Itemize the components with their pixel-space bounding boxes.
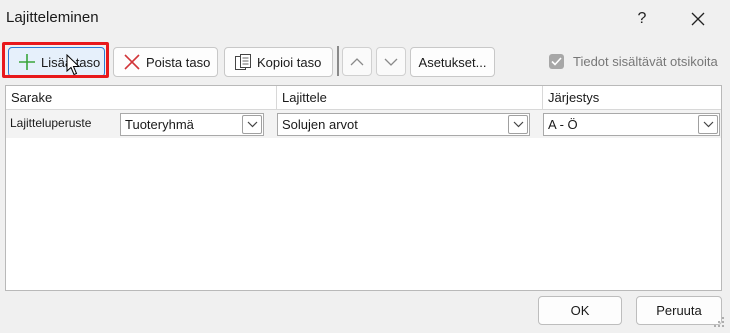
chevron-up-icon	[350, 57, 364, 65]
move-up-button[interactable]	[342, 47, 372, 76]
copy-level-button[interactable]: Kopioi taso	[224, 47, 333, 77]
sort-dialog: Lajitteleminen ? Lisää taso Poista taso	[0, 0, 730, 333]
close-button[interactable]	[680, 6, 716, 32]
toolbar-separator	[337, 46, 339, 76]
move-down-button[interactable]	[376, 47, 406, 76]
delete-x-icon	[122, 52, 142, 72]
ok-button[interactable]: OK	[538, 296, 622, 325]
copy-level-label: Kopioi taso	[257, 54, 322, 70]
title-bar: Lajitteleminen ?	[0, 0, 730, 36]
sort-level-row[interactable]: Lajitteluperuste Tuoteryhmä Solujen arvo…	[6, 110, 721, 138]
options-label: Asetukset...	[418, 54, 487, 70]
row-label: Lajitteluperuste	[10, 116, 92, 130]
dialog-title: Lajitteleminen	[6, 9, 99, 26]
add-level-label: Lisää taso	[41, 54, 101, 70]
column-dropdown-button[interactable]	[242, 115, 262, 134]
column-header-order: Järjestys	[543, 86, 721, 110]
options-button[interactable]: Asetukset...	[410, 47, 495, 77]
help-icon: ?	[637, 10, 647, 27]
delete-level-button[interactable]: Poista taso	[113, 47, 218, 77]
plus-icon	[17, 52, 37, 72]
sort-on-dropdown-button[interactable]	[508, 115, 528, 134]
chevron-down-icon	[247, 121, 257, 128]
sort-on-select-value: Solujen arvot	[282, 117, 358, 132]
sort-levels-grid: Sarake Lajittele Järjestys Lajitteluperu…	[5, 85, 722, 291]
order-select-value: A - Ö	[548, 117, 578, 132]
headers-checkbox[interactable]	[549, 54, 564, 69]
chevron-down-icon	[513, 121, 523, 128]
chevron-down-icon	[703, 121, 713, 128]
column-header-column: Sarake	[6, 86, 277, 110]
delete-level-label: Poista taso	[146, 54, 211, 70]
sort-on-select[interactable]: Solujen arvot	[277, 113, 530, 136]
cancel-label: Peruuta	[656, 303, 702, 318]
order-select[interactable]: A - Ö	[543, 113, 720, 136]
copy-icon	[233, 52, 253, 72]
order-dropdown-button[interactable]	[698, 115, 718, 134]
close-icon	[691, 12, 705, 26]
help-button[interactable]: ?	[624, 6, 660, 32]
resize-grip-icon[interactable]	[712, 315, 726, 329]
add-level-button[interactable]: Lisää taso	[8, 47, 105, 77]
column-select[interactable]: Tuoteryhmä	[120, 113, 264, 136]
checkmark-icon	[551, 57, 562, 66]
column-header-sort-on: Lajittele	[277, 86, 543, 110]
ok-label: OK	[570, 303, 590, 318]
cancel-button[interactable]: Peruuta	[636, 296, 722, 325]
headers-checkbox-label[interactable]: Tiedot sisältävät otsikoita	[573, 54, 718, 69]
chevron-down-icon	[384, 58, 398, 66]
column-select-value: Tuoteryhmä	[125, 117, 194, 132]
